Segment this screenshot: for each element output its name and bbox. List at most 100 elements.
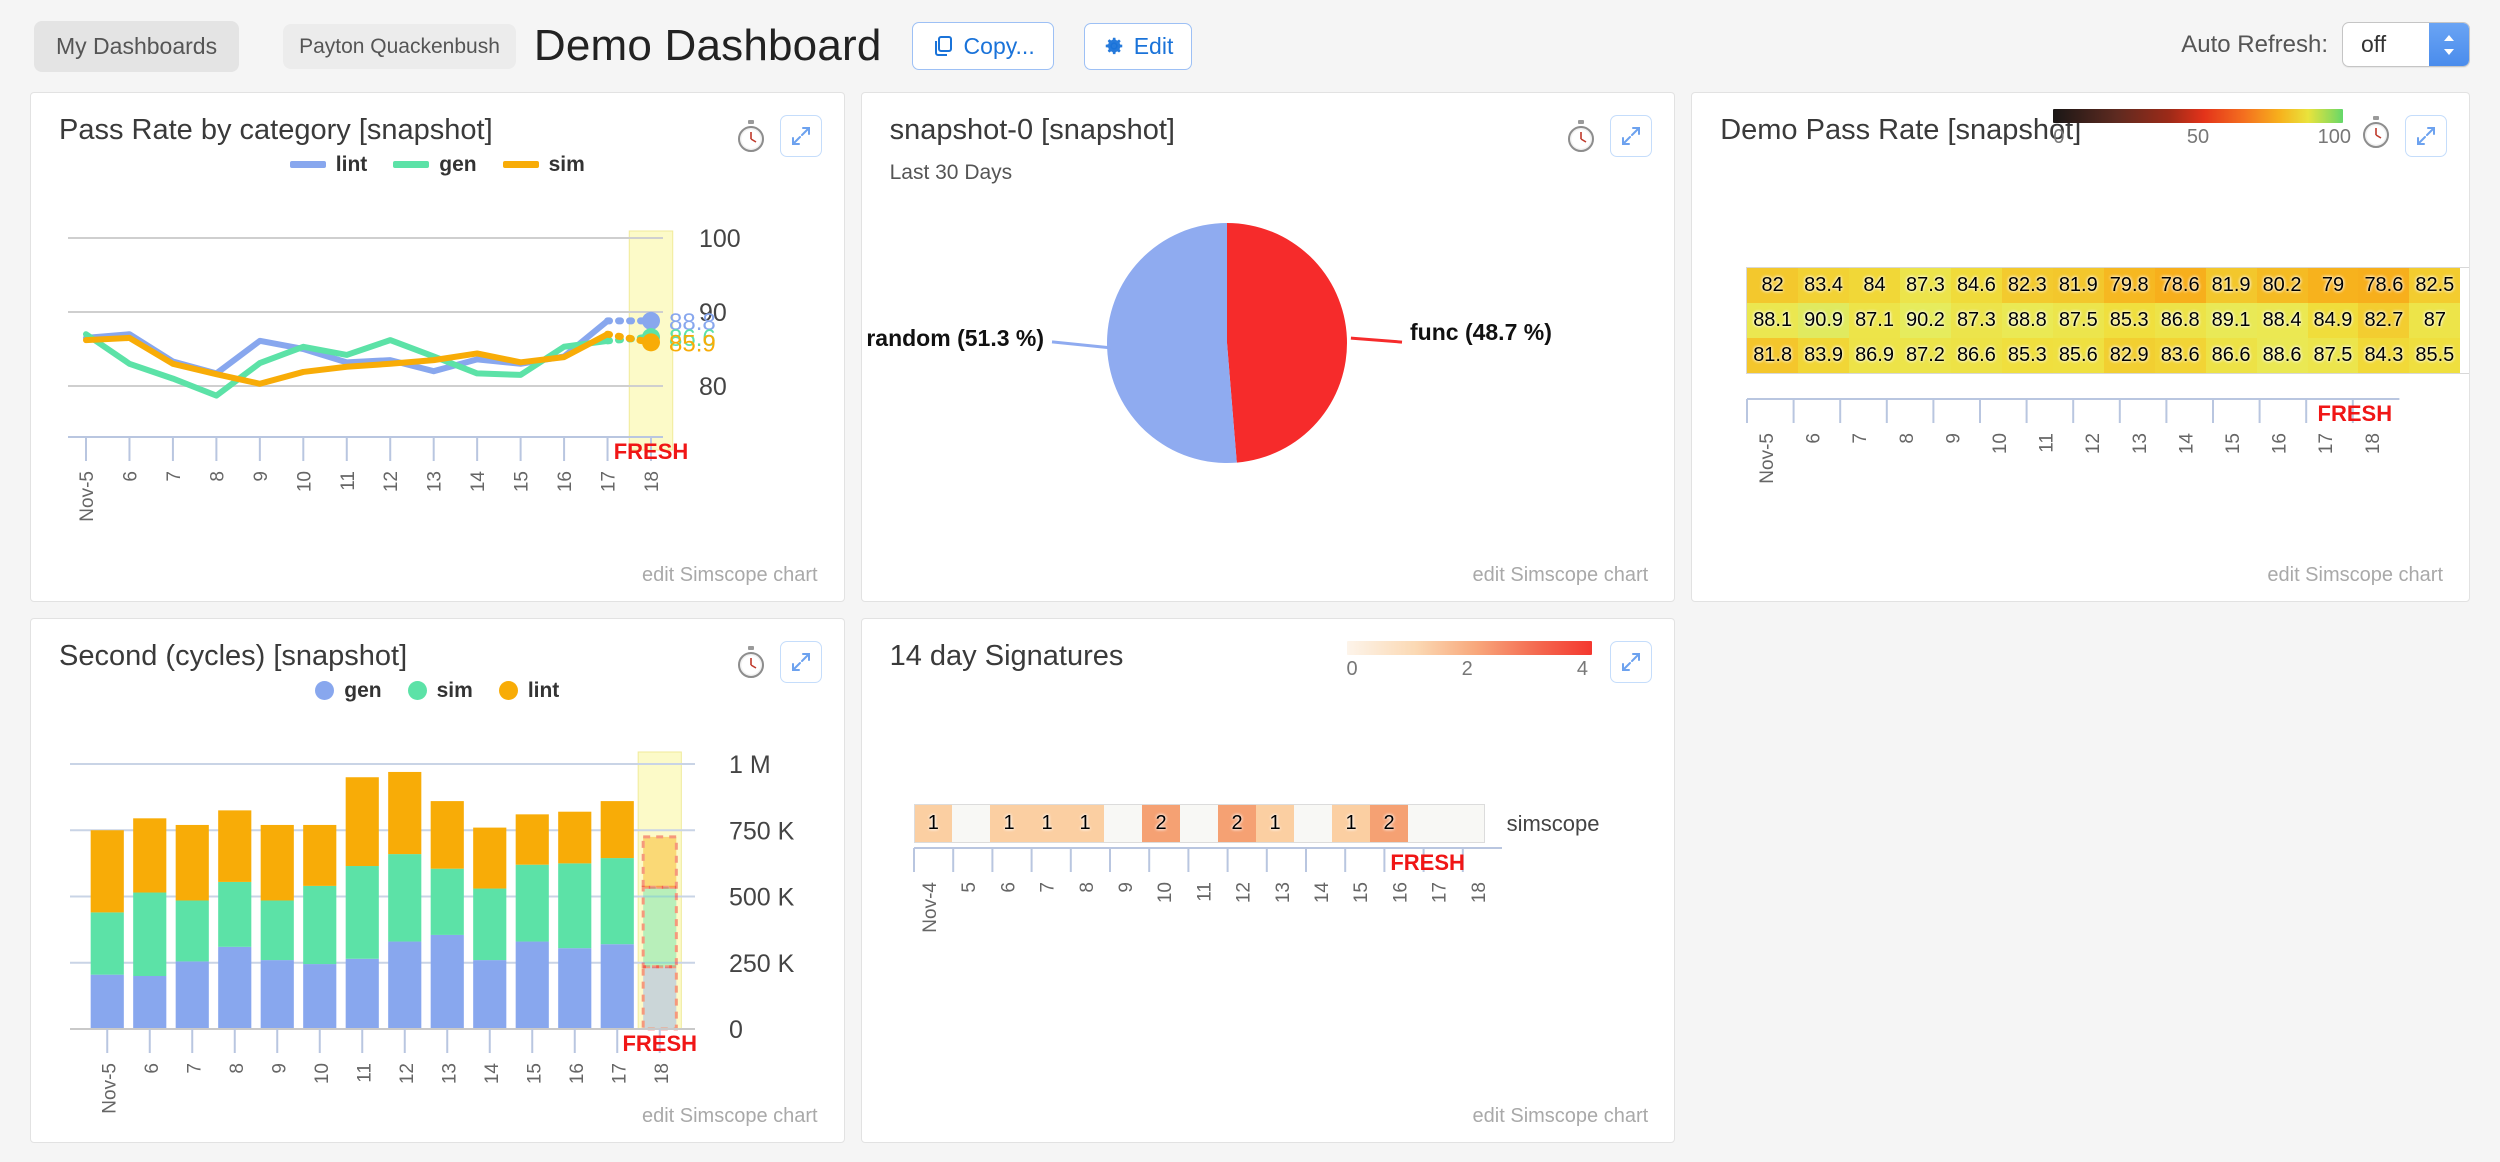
panel-subtitle: Last 30 Days — [889, 160, 1013, 184]
signature-cell[interactable]: 1 — [1332, 804, 1371, 843]
heatmap-cell[interactable]: 88.4 — [2256, 303, 2308, 338]
copy-button[interactable]: Copy... — [911, 22, 1054, 70]
signature-row-label: simscope — [1506, 810, 1600, 836]
signature-cell[interactable]: 1 — [1066, 804, 1105, 843]
heatmap-cell[interactable]: 85.5 — [2409, 338, 2461, 373]
heatmap-cell[interactable]: 81.9 — [2052, 268, 2104, 303]
heatmap-cell[interactable]: 80.2 — [2256, 268, 2308, 303]
svg-text:15: 15 — [1351, 882, 1372, 903]
expand-button[interactable] — [1610, 641, 1653, 683]
heatmap-cell[interactable]: 85.3 — [2103, 303, 2155, 338]
svg-text:Nov-4: Nov-4 — [920, 882, 941, 933]
signature-cell[interactable]: 1 — [1256, 804, 1295, 843]
heatmap-cell[interactable]: 84.6 — [1950, 268, 2002, 303]
heatmap-cell[interactable]: 82.3 — [2001, 268, 2053, 303]
signature-cell[interactable] — [1104, 804, 1143, 843]
heatmap-cell[interactable]: 88.8 — [2001, 303, 2053, 338]
signature-cell[interactable] — [1294, 804, 1333, 843]
signature-cell[interactable] — [1408, 804, 1447, 843]
heatmap-cell[interactable]: 85.6 — [2052, 338, 2104, 373]
svg-text:14: 14 — [482, 1063, 503, 1085]
heatmap-cell[interactable]: 87.5 — [2052, 303, 2104, 338]
user-button[interactable]: Payton Quackenbush — [283, 23, 516, 69]
heatmap-cell[interactable]: 85.3 — [2001, 338, 2053, 373]
heatmap-cell[interactable]: 86.6 — [1950, 338, 2002, 373]
svg-text:7: 7 — [1850, 433, 1871, 444]
heatmap-cell[interactable]: 86.6 — [2205, 338, 2257, 373]
heatmap-cell[interactable]: 87.3 — [1900, 268, 1951, 303]
heatmap-cell[interactable]: 90.2 — [1900, 303, 1951, 338]
edit-chart-link[interactable]: edit Simscope chart — [2267, 564, 2443, 587]
svg-text:80: 80 — [699, 373, 727, 401]
heatmap-cell[interactable]: 87.5 — [2307, 338, 2359, 373]
heatmap-cell[interactable]: 86.8 — [2154, 303, 2206, 338]
heatmap-cell[interactable]: 88.1 — [1747, 303, 1799, 338]
heatmap-cell[interactable]: 88.6 — [2256, 338, 2308, 373]
heatmap-cell[interactable]: 84.9 — [2307, 303, 2359, 338]
signature-cell[interactable] — [1446, 804, 1485, 843]
heatmap-cell[interactable]: 82.9 — [2103, 338, 2155, 373]
edit-button[interactable]: Edit — [1083, 22, 1193, 70]
svg-text:8: 8 — [1076, 882, 1097, 893]
heatmap-cell[interactable]: 87.3 — [1950, 303, 2002, 338]
heatmap-cell[interactable]: 83.9 — [1798, 338, 1850, 373]
signature-cell[interactable]: 2 — [1142, 804, 1181, 843]
signature-cell[interactable]: 2 — [1370, 804, 1409, 843]
colorbar-gradient — [1347, 641, 1593, 655]
heatmap-cell[interactable]: 87.2 — [1900, 338, 1951, 373]
svg-text:13: 13 — [1272, 882, 1293, 903]
my-dashboards-button[interactable]: My Dashboards — [34, 20, 240, 72]
signature-cell[interactable]: 1 — [1028, 804, 1067, 843]
svg-text:9: 9 — [269, 1063, 290, 1074]
expand-button[interactable] — [2405, 115, 2448, 157]
signature-cell[interactable]: 1 — [990, 804, 1029, 843]
signature-cell[interactable]: 2 — [1218, 804, 1257, 843]
heatmap-cell[interactable]: 81.8 — [1747, 338, 1799, 373]
heatmap-cell[interactable]: 83.6 — [2154, 338, 2206, 373]
legend-item[interactable]: gen — [315, 679, 382, 703]
legend-label: gen — [439, 152, 477, 176]
legend-label: lint — [527, 678, 560, 702]
dashboard-row-1: Pass Rate by category [snapshot] lint ge… — [30, 92, 2471, 602]
legend-item[interactable]: lint — [498, 678, 560, 703]
heatmap-cell[interactable]: 87 — [2409, 303, 2461, 338]
legend-item[interactable]: sim — [502, 153, 585, 177]
auto-refresh-value: off — [2361, 31, 2387, 57]
edit-chart-link[interactable]: edit Simscope chart — [642, 564, 818, 587]
heatmap-cell[interactable]: 87.1 — [1849, 303, 1900, 338]
heatmap-cell[interactable]: 78.6 — [2154, 268, 2206, 303]
signature-cell[interactable] — [952, 804, 991, 843]
svg-text:FRESH: FRESH — [2318, 401, 2393, 426]
heatmap-cell[interactable]: 79 — [2307, 268, 2359, 303]
auto-refresh-select[interactable]: off — [2342, 22, 2470, 67]
heatmap-cell[interactable]: 89.1 — [2205, 303, 2257, 338]
svg-text:8: 8 — [207, 471, 228, 482]
heatmap-cell[interactable]: 82.5 — [2409, 268, 2461, 303]
svg-text:7: 7 — [1037, 882, 1058, 893]
heatmap-cell[interactable]: 82.7 — [2358, 303, 2410, 338]
edit-chart-link[interactable]: edit Simscope chart — [1473, 564, 1649, 587]
legend-item[interactable]: gen — [393, 152, 477, 177]
signature-cell[interactable] — [1180, 804, 1219, 843]
heatmap-cell[interactable]: 82 — [1747, 268, 1799, 303]
heatmap-cell[interactable]: 79.8 — [2103, 268, 2155, 303]
signature-cell[interactable]: 1 — [914, 804, 953, 843]
heatmap-cell[interactable]: 78.6 — [2358, 268, 2410, 303]
expand-button[interactable] — [1610, 115, 1653, 157]
expand-button[interactable] — [779, 641, 822, 683]
legend-item[interactable]: lint — [289, 153, 367, 177]
edit-chart-link[interactable]: edit Simscope chart — [642, 1105, 818, 1128]
panel-second-cycles: Second (cycles) [snapshot] gen sim lint … — [30, 618, 845, 1143]
expand-button[interactable] — [779, 115, 822, 157]
heatmap-cell[interactable]: 84 — [1849, 268, 1900, 303]
svg-text:18: 18 — [2363, 433, 2384, 454]
heatmap-cell[interactable]: 90.9 — [1798, 303, 1850, 338]
heatmap-cell[interactable]: 84.3 — [2358, 338, 2410, 373]
edit-chart-link[interactable]: edit Simscope chart — [1473, 1105, 1649, 1128]
legend-item[interactable]: sim — [407, 679, 473, 703]
heatmap-cell[interactable]: 86.9 — [1849, 338, 1900, 373]
svg-text:6: 6 — [142, 1063, 163, 1074]
heatmap-cell[interactable]: 83.4 — [1798, 268, 1850, 303]
copy-icon — [931, 34, 955, 58]
heatmap-cell[interactable]: 81.9 — [2205, 268, 2257, 303]
